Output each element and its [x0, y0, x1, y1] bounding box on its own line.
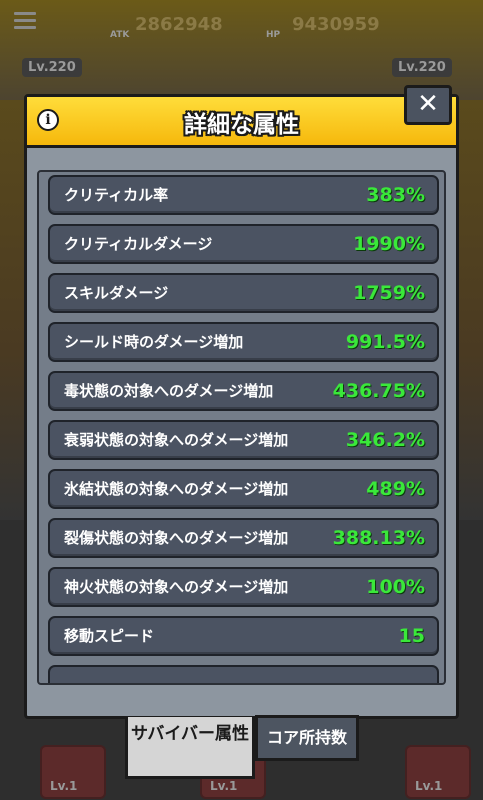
attribute-row: スキルダメージ 1759%	[48, 273, 439, 313]
left-level-badge: Lv.220	[22, 58, 82, 77]
attribute-label: 神火状態の対象へのダメージ増加	[64, 578, 289, 596]
atk-value: 2862948	[135, 14, 223, 35]
attribute-value: 383%	[366, 184, 425, 206]
equip-card: Lv.1	[405, 745, 471, 799]
equip-card-level: Lv.1	[415, 779, 443, 793]
attribute-value: 489%	[366, 478, 425, 500]
attribute-row: 神火状態の対象へのダメージ増加 100%	[48, 567, 439, 607]
attribute-row: 衰弱状態の対象へのダメージ増加 346.2%	[48, 420, 439, 460]
attribute-value: 436.75%	[332, 380, 425, 402]
menu-icon[interactable]	[14, 12, 36, 30]
hp-label: HP	[266, 30, 281, 40]
detailed-attributes-dialog: i 詳細な属性 ✕ クリティカル率 383% クリティカルダメージ 1990% …	[24, 85, 459, 719]
attribute-label: シールド時のダメージ増加	[64, 333, 244, 351]
attribute-value: 15	[398, 625, 425, 647]
dialog-title: 詳細な属性	[184, 112, 299, 138]
attribute-value: 1759%	[353, 282, 425, 304]
attribute-row: クリティカルダメージ 1990%	[48, 224, 439, 264]
tab-survivor-attributes-label: サバイバー属性	[131, 724, 249, 744]
attribute-value: 346.2%	[345, 429, 425, 451]
dialog-header: i 詳細な属性 ✕	[27, 85, 456, 148]
attribute-label: クリティカル率	[64, 186, 169, 204]
attribute-label: 毒状態の対象へのダメージ増加	[64, 382, 274, 400]
attribute-row: シールド時のダメージ増加 991.5%	[48, 322, 439, 362]
attribute-label: 裂傷状態の対象へのダメージ増加	[64, 529, 289, 547]
attribute-label: スキルダメージ	[64, 284, 169, 302]
attribute-value: 991.5%	[345, 331, 425, 353]
hp-value: 9430959	[292, 14, 380, 35]
attribute-row-partial	[48, 665, 439, 683]
attribute-label: 移動スピード	[64, 627, 155, 645]
equip-card-level: Lv.1	[50, 779, 78, 793]
attribute-value: 388.13%	[332, 527, 425, 549]
attribute-value: 100%	[366, 576, 425, 598]
attribute-value: 1990%	[353, 233, 425, 255]
attribute-row: 毒状態の対象へのダメージ増加 436.75%	[48, 371, 439, 411]
attribute-list[interactable]: クリティカル率 383% クリティカルダメージ 1990% スキルダメージ 17…	[37, 170, 446, 685]
attribute-row: 氷結状態の対象へのダメージ増加 489%	[48, 469, 439, 509]
attribute-row: 裂傷状態の対象へのダメージ増加 388.13%	[48, 518, 439, 558]
attribute-label: 衰弱状態の対象へのダメージ増加	[64, 431, 289, 449]
attribute-label: 氷結状態の対象へのダメージ増加	[64, 480, 289, 498]
attribute-label: クリティカルダメージ	[64, 235, 213, 253]
tab-core-owned[interactable]: コア所持数	[255, 715, 359, 761]
attribute-row: 移動スピード 15	[48, 616, 439, 656]
equip-card: Lv.1	[40, 745, 106, 799]
attribute-row: クリティカル率 383%	[48, 175, 439, 215]
tab-core-owned-label: コア所持数	[266, 728, 347, 747]
equip-card-level: Lv.1	[210, 779, 238, 793]
atk-label: ATK	[110, 30, 130, 40]
tab-survivor-attributes[interactable]: サバイバー属性	[125, 717, 255, 779]
close-button[interactable]: ✕	[404, 85, 452, 125]
right-level-badge: Lv.220	[392, 58, 452, 77]
